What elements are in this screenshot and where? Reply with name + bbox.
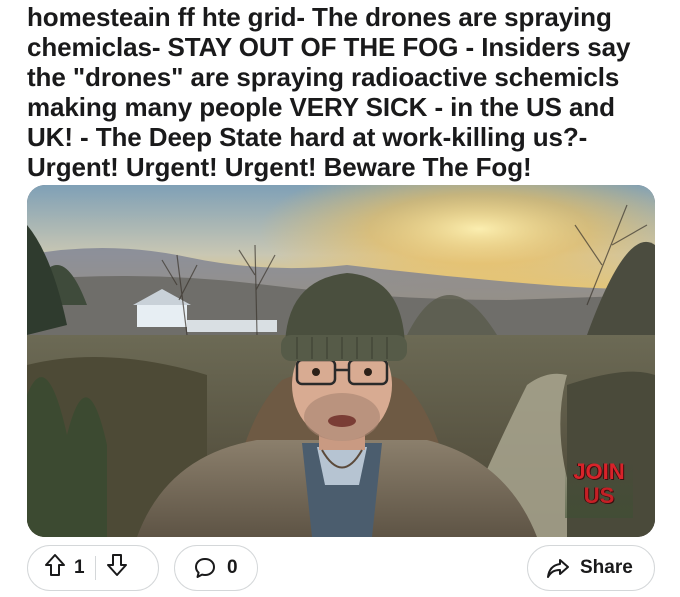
comment-count: 0 [227, 557, 238, 578]
video-thumbnail[interactable]: JOIN US [27, 185, 655, 537]
vote-count: 1 [74, 557, 85, 578]
vote-control: 1 [27, 545, 159, 591]
downvote-button[interactable] [106, 553, 128, 583]
join-us-logo: JOIN US [565, 460, 633, 518]
vote-divider [94, 556, 96, 580]
post-card: homesteain ff hte grid- The drones are s… [0, 0, 680, 597]
arrow-up-icon [45, 554, 65, 576]
post-action-bar: 1 0 Share [27, 545, 655, 593]
share-arrow-icon [547, 559, 569, 578]
video-frame-image [27, 185, 655, 537]
share-button[interactable]: Share [527, 545, 655, 591]
speech-bubble-icon [195, 558, 215, 578]
upvote-button[interactable] [44, 553, 66, 583]
post-title[interactable]: homesteain ff hte grid- The drones are s… [27, 2, 667, 182]
comments-button[interactable]: 0 [174, 545, 258, 591]
logo-text-line1: JOIN [573, 459, 625, 484]
share-label: Share [580, 557, 633, 578]
arrow-down-icon [106, 554, 127, 576]
logo-text-line2: US [583, 483, 615, 508]
